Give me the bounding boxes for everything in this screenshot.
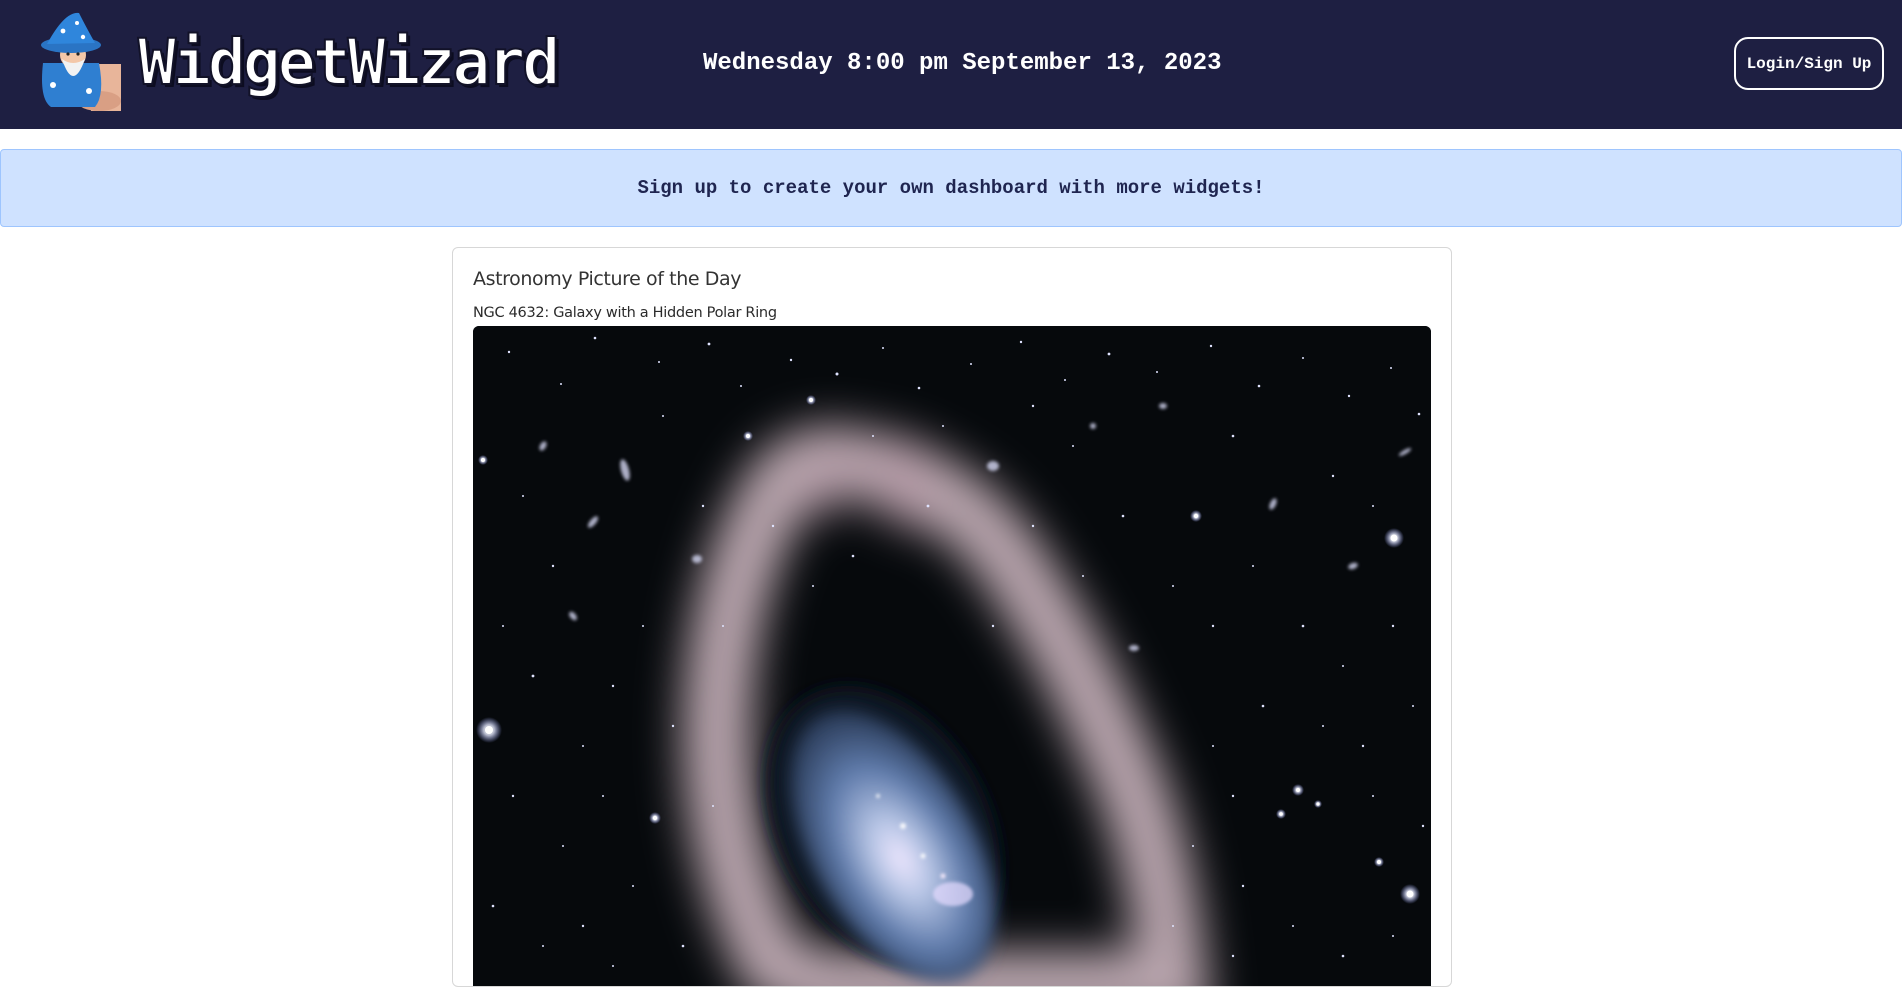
signup-banner: Sign up to create your own dashboard wit… <box>0 149 1902 227</box>
login-signup-button[interactable]: Login/Sign Up <box>1734 37 1884 90</box>
apod-image-title: NGC 4632: Galaxy with a Hidden Polar Rin… <box>473 305 777 321</box>
widget-heading: Astronomy Picture of the Day <box>473 268 742 290</box>
wizard-mascot-icon[interactable] <box>29 9 121 111</box>
current-datetime: Wednesday 8:00 pm September 13, 2023 <box>703 50 1222 77</box>
app-header: WidgetWizard Wednesday 8:00 pm September… <box>0 0 1902 129</box>
apod-widget-card: Astronomy Picture of the Day NGC 4632: G… <box>452 247 1452 987</box>
apod-image[interactable] <box>473 326 1431 986</box>
signup-banner-text: Sign up to create your own dashboard wit… <box>637 177 1265 199</box>
brand-wordmark[interactable]: WidgetWizard <box>137 24 561 102</box>
